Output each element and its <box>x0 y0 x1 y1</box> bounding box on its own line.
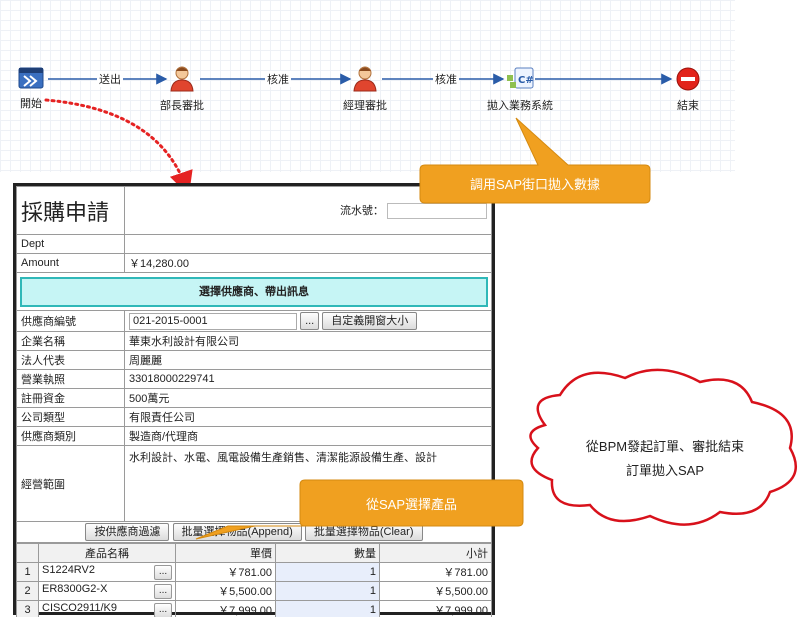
col-unit-price: 單價 <box>175 543 276 563</box>
serial-row: 流水號： <box>124 186 492 235</box>
purchase-form-window: 採購申請 流水號： Dept Amount ￥14,280.00 選擇供應商、帶… <box>13 183 495 617</box>
flow-node-dept-approve[interactable]: 部長審批 <box>160 64 204 113</box>
cloud-line-1: 從BPM發起訂單、審批結束 <box>585 439 745 454</box>
license-label: 營業執照 <box>16 369 125 389</box>
product-name-cell[interactable]: ER8300G2-X ... <box>38 581 176 601</box>
flow-node-label: 經理審批 <box>343 100 387 112</box>
product-name: ER8300G2-X <box>42 583 108 595</box>
capital-label: 註冊資金 <box>16 388 125 408</box>
table-row[interactable]: 2 ER8300G2-X ... ￥5,500.00 1 ￥5,500.00 <box>16 581 492 601</box>
form-link-arrow <box>44 98 193 196</box>
batch-append-button[interactable]: 批量選擇物品(Append) <box>172 523 302 541</box>
product-pick-button[interactable]: ... <box>154 584 172 599</box>
filter-by-vendor-button[interactable]: 按供應商過濾 <box>85 523 170 541</box>
unit-price: ￥781.00 <box>175 562 276 582</box>
type-label: 公司類型 <box>16 407 125 427</box>
vendor-no-label: 供應商編號 <box>16 310 125 332</box>
legal-label: 法人代表 <box>16 350 125 370</box>
amount-label: Amount <box>16 253 125 273</box>
serial-input[interactable] <box>387 203 487 220</box>
table-row[interactable]: 3 CISCO2911/K9 ... ￥7,999.00 1 ￥7,999.00 <box>16 600 492 617</box>
category-value: 製造商/代理商 <box>124 426 492 446</box>
table-row[interactable]: 1 S1224RV2 ... ￥781.00 1 ￥781.00 <box>16 562 492 582</box>
product-name: S1224RV2 <box>42 564 96 576</box>
scope-label: 經營範圍 <box>16 445 125 522</box>
item-grid: 產品名稱 單價 數量 小計 1 S1224RV2 ... ￥781.00 1 ￥… <box>16 543 492 617</box>
quantity[interactable]: 1 <box>275 581 380 601</box>
svg-text:C#: C# <box>518 75 534 86</box>
vendor-no-input[interactable]: 021-2015-0001 <box>129 312 297 330</box>
license-value: 33018000229741 <box>124 369 492 389</box>
stop-icon <box>676 67 700 91</box>
subtotal: ￥781.00 <box>379 562 492 582</box>
dept-label: Dept <box>16 234 125 254</box>
custom-size-button[interactable]: 自定義開窗大小 <box>322 312 418 330</box>
product-pick-button[interactable]: ... <box>154 603 172 617</box>
company-value: 華東水利設計有限公司 <box>124 331 492 351</box>
vendor-pick-button[interactable]: ... <box>300 312 320 330</box>
col-product-name: 產品名稱 <box>38 543 176 563</box>
flow-node-label: 拋入業務系統 <box>487 100 553 112</box>
cloud-line-2: 訂單拋入SAP <box>625 463 704 478</box>
flow-node-label: 部長審批 <box>160 100 204 112</box>
batch-clear-button[interactable]: 批量選擇物品(Clear) <box>304 523 423 541</box>
row-index: 3 <box>16 600 39 617</box>
flow-node-end[interactable]: 結束 <box>675 66 701 113</box>
callout-sap-call: 調用SAP街口拋入數據 <box>469 177 600 192</box>
product-name-cell[interactable]: CISCO2911/K9 ... <box>38 600 176 617</box>
col-quantity: 數量 <box>275 543 380 563</box>
item-action-bar: 按供應商過濾 批量選擇物品(Append) 批量選擇物品(Clear) <box>16 521 492 543</box>
form-title: 採購申請 <box>16 186 125 235</box>
csharp-script-icon: C# <box>507 67 534 89</box>
subtotal: ￥5,500.00 <box>379 581 492 601</box>
dept-value[interactable] <box>124 234 492 254</box>
product-pick-button[interactable]: ... <box>154 565 172 580</box>
row-index: 2 <box>16 581 39 601</box>
quantity[interactable]: 1 <box>275 600 380 617</box>
flow-node-mgr-approve[interactable]: 經理審批 <box>343 64 387 113</box>
purchase-form: 採購申請 流水號： Dept Amount ￥14,280.00 選擇供應商、帶… <box>16 186 492 543</box>
product-name: CISCO2911/K9 <box>42 602 118 614</box>
edge-label-submit: 送出 <box>97 71 123 87</box>
category-label: 供應商類別 <box>16 426 125 446</box>
edge-label-approve-1: 核准 <box>265 71 291 87</box>
unit-price: ￥5,500.00 <box>175 581 276 601</box>
unit-price: ￥7,999.00 <box>175 600 276 617</box>
flow-node-label: 結束 <box>677 100 699 112</box>
grid-corner <box>16 543 39 563</box>
legal-value: 周麗麗 <box>124 350 492 370</box>
flow-node-push-system[interactable]: C# 拋入業務系統 <box>487 66 553 113</box>
vendor-no-cell: 021-2015-0001 ... 自定義開窗大小 <box>124 310 492 332</box>
type-value: 有限責任公司 <box>124 407 492 427</box>
flow-node-label: 開始 <box>20 98 42 110</box>
row-index: 1 <box>16 562 39 582</box>
edge-label-approve-2: 核准 <box>433 71 459 87</box>
col-subtotal: 小計 <box>379 543 492 563</box>
quantity[interactable]: 1 <box>275 562 380 582</box>
capital-value: 500萬元 <box>124 388 492 408</box>
user-approver-icon <box>170 66 194 92</box>
start-flag-icon <box>18 67 44 89</box>
company-label: 企業名稱 <box>16 331 125 351</box>
vendor-section-title: 選擇供應商、帶出訊息 <box>20 276 488 307</box>
amount-value: ￥14,280.00 <box>124 253 492 273</box>
serial-label: 流水號： <box>339 204 384 217</box>
callout-sap-select: 從SAP選擇產品 <box>365 497 457 512</box>
flow-node-start[interactable]: 開始 <box>18 66 44 111</box>
user-approver-icon <box>353 66 377 92</box>
cloud-note: 從BPM發起訂單、審批結束 訂單拋入SAP <box>545 435 785 483</box>
vendor-section-cell: 選擇供應商、帶出訊息 <box>16 272 492 311</box>
subtotal: ￥7,999.00 <box>379 600 492 617</box>
product-name-cell[interactable]: S1224RV2 ... <box>38 562 176 582</box>
